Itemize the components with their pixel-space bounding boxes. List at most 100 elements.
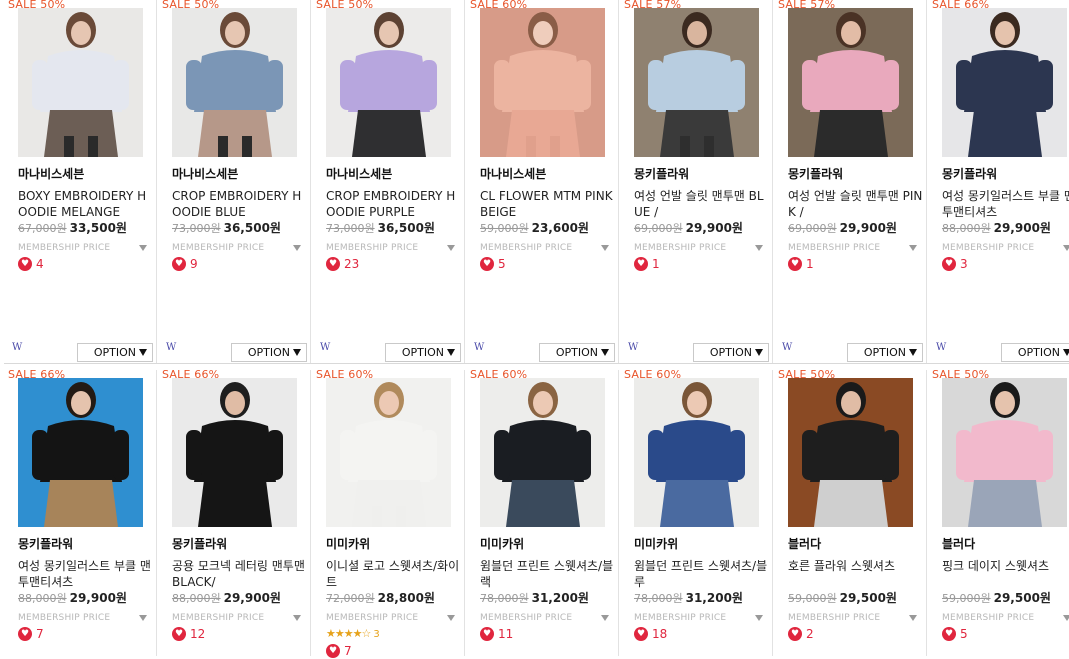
product-image[interactable]	[788, 8, 913, 157]
product-card[interactable]: SALE 50% 마나비스세븐 CROP EMBROIDERY HOODIE BLU…	[158, 0, 311, 363]
product-title[interactable]: 여성 몽키일러스트 부클 맨투맨티셔츠	[942, 188, 1069, 220]
brand-name[interactable]: 몽키플라워	[942, 167, 997, 181]
membership-price-toggle[interactable]: MEMBERSHIP PRICE	[942, 612, 1069, 624]
product-card[interactable]: SALE 57% 몽키플라워 여성 언발 슬릿 맨투맨 PINK /69,000원 2…	[774, 0, 927, 363]
like-button[interactable]: ♥ 3	[942, 257, 968, 272]
brand-name[interactable]: 미미카위	[480, 537, 524, 551]
product-image[interactable]	[172, 8, 297, 157]
product-image[interactable]	[18, 8, 143, 157]
product-title[interactable]: BOXY EMBROIDERY HOODIE MELANGE	[18, 188, 154, 220]
option-button[interactable]: OPTION	[539, 343, 615, 362]
like-button[interactable]: ♥ 1	[788, 257, 814, 272]
original-price: 78,000원	[480, 592, 529, 605]
option-button[interactable]: OPTION	[385, 343, 461, 362]
like-button[interactable]: ♥ 5	[480, 257, 506, 272]
like-button[interactable]: ♥ 7	[18, 627, 44, 642]
like-button[interactable]: ♥ 1	[634, 257, 660, 272]
brand-name[interactable]: 블러다	[942, 537, 975, 551]
option-button[interactable]: OPTION	[1001, 343, 1069, 362]
option-button[interactable]: OPTION	[847, 343, 923, 362]
product-image[interactable]	[634, 378, 759, 527]
product-image[interactable]	[634, 8, 759, 157]
membership-price-toggle[interactable]: MEMBERSHIP PRICE	[172, 242, 309, 254]
brand-name[interactable]: 몽키플라워	[18, 537, 73, 551]
product-title[interactable]: 윔블던 프린트 스웻셔츠/블루	[634, 558, 770, 590]
like-button[interactable]: ♥ 11	[480, 627, 513, 642]
product-title[interactable]: 여성 언발 슬릿 맨투맨 BLUE /	[634, 188, 770, 220]
membership-price-toggle[interactable]: MEMBERSHIP PRICE	[326, 612, 463, 624]
product-image[interactable]	[172, 378, 297, 527]
option-button[interactable]: OPTION	[693, 343, 769, 362]
membership-price-toggle[interactable]: MEMBERSHIP PRICE	[634, 242, 771, 254]
product-card[interactable]: SALE 66% 몽키플라워 여성 몽키일러스트 부클 맨투맨티셔츠 88,000원 2…	[928, 0, 1069, 363]
product-image[interactable]	[326, 378, 451, 527]
membership-price-toggle[interactable]: MEMBERSHIP PRICE	[18, 242, 155, 254]
product-card[interactable]: SALE 66% 몽키플라워 여성 몽키일러스트 부클 맨투맨티셔츠 88,000원 2…	[4, 367, 157, 656]
membership-price-toggle[interactable]: MEMBERSHIP PRICE	[942, 242, 1069, 254]
product-image[interactable]	[942, 8, 1067, 157]
brand-name[interactable]: 마나비스세븐	[480, 167, 546, 181]
like-button[interactable]: ♥ 7	[326, 644, 352, 659]
like-button[interactable]: ♥ 9	[172, 257, 198, 272]
brand-name[interactable]: 몽키플라워	[634, 167, 689, 181]
brand-name[interactable]: 몽키플라워	[788, 167, 843, 181]
chevron-down-icon	[447, 245, 455, 251]
product-title[interactable]: 이니셜 로고 스웻셔츠/화이트	[326, 558, 462, 590]
product-title[interactable]: 핑크 데이지 스웻셔츠	[942, 558, 1069, 574]
price-block: 67,000원 33,500원	[18, 221, 127, 236]
like-button[interactable]: ♥ 23	[326, 257, 359, 272]
membership-price-toggle[interactable]: MEMBERSHIP PRICE	[788, 242, 925, 254]
brand-name[interactable]: 마나비스세븐	[172, 167, 238, 181]
product-card[interactable]: SALE 57% 몽키플라워 여성 언발 슬릿 맨투맨 BLUE /69,000원 2…	[620, 0, 773, 363]
product-card[interactable]: SALE 50% 마나비스세븐 BOXY EMBROIDERY HOODIE MEL…	[4, 0, 157, 363]
original-price: 73,000원	[326, 222, 375, 235]
product-title[interactable]: CL FLOWER MTM PINK BEIGE	[480, 188, 616, 220]
brand-name[interactable]: 블러다	[788, 537, 821, 551]
product-image[interactable]	[18, 378, 143, 527]
original-price: 59,000원	[480, 222, 529, 235]
product-image[interactable]	[942, 378, 1067, 527]
product-title[interactable]: CROP EMBROIDERY HOODIE PURPLE	[326, 188, 462, 220]
brand-name[interactable]: 마나비스세븐	[18, 167, 84, 181]
like-button[interactable]: ♥ 5	[942, 627, 968, 642]
membership-price-toggle[interactable]: MEMBERSHIP PRICE	[326, 242, 463, 254]
product-image[interactable]	[326, 8, 451, 157]
heart-icon: ♥	[788, 257, 802, 271]
product-card[interactable]: SALE 60% 미미카위 윔블던 프린트 스웻셔츠/블루 78,000원 31,200…	[620, 367, 773, 656]
brand-name[interactable]: 몽키플라워	[172, 537, 227, 551]
product-image[interactable]	[480, 378, 605, 527]
product-title[interactable]: 여성 언발 슬릿 맨투맨 PINK /	[788, 188, 924, 220]
product-image[interactable]	[788, 378, 913, 527]
membership-price-label: MEMBERSHIP PRICE	[942, 243, 1035, 253]
heart-icon: ♥	[172, 627, 186, 641]
product-title[interactable]: 호른 플라워 스웻셔츠	[788, 558, 924, 574]
membership-price-toggle[interactable]: MEMBERSHIP PRICE	[480, 242, 617, 254]
product-card[interactable]: SALE 50% 마나비스세븐 CROP EMBROIDERY HOODIE PUR…	[312, 0, 465, 363]
brand-name[interactable]: 미미카위	[326, 537, 370, 551]
membership-price-toggle[interactable]: MEMBERSHIP PRICE	[18, 612, 155, 624]
product-title[interactable]: 여성 몽키일러스트 부클 맨투맨티셔츠	[18, 558, 154, 590]
product-card[interactable]: SALE 60% 마나비스세븐 CL FLOWER MTM PINK BEIGE 59…	[466, 0, 619, 363]
like-button[interactable]: ♥ 4	[18, 257, 44, 272]
membership-price-toggle[interactable]: MEMBERSHIP PRICE	[634, 612, 771, 624]
brand-name[interactable]: 마나비스세븐	[326, 167, 392, 181]
product-card[interactable]: SALE 50% 블러다 호른 플라워 스웻셔츠 59,000원 29,500원 MEMB…	[774, 367, 927, 656]
product-card[interactable]: SALE 60% 미미카위 이니셜 로고 스웻셔츠/화이트 72,000원 28,800…	[312, 367, 465, 659]
brand-name[interactable]: 미미카위	[634, 537, 678, 551]
membership-price-toggle[interactable]: MEMBERSHIP PRICE	[480, 612, 617, 624]
like-button[interactable]: ♥ 2	[788, 627, 814, 642]
like-button[interactable]: ♥ 18	[634, 627, 667, 642]
product-title[interactable]: 윔블던 프린트 스웻셔츠/블랙	[480, 558, 616, 590]
sale-price: 29,500원	[839, 591, 897, 605]
product-title[interactable]: CROP EMBROIDERY HOODIE BLUE	[172, 188, 308, 220]
product-title[interactable]: 공용 모크넥 레터링 맨투맨 BLACK/	[172, 558, 308, 590]
product-card[interactable]: SALE 60% 미미카위 윔블던 프린트 스웻셔츠/블랙 78,000원 31,200…	[466, 367, 619, 656]
like-button[interactable]: ♥ 12	[172, 627, 205, 642]
option-button[interactable]: OPTION	[231, 343, 307, 362]
membership-price-toggle[interactable]: MEMBERSHIP PRICE	[172, 612, 309, 624]
product-card[interactable]: SALE 50% 블러다 핑크 데이지 스웻셔츠 59,000원 29,500원 MEMB…	[928, 367, 1069, 656]
membership-price-toggle[interactable]: MEMBERSHIP PRICE	[788, 612, 925, 624]
option-button[interactable]: OPTION	[77, 343, 153, 362]
product-image[interactable]	[480, 8, 605, 157]
product-card[interactable]: SALE 66% 몽키플라워 공용 모크넥 레터링 맨투맨 BLACK/88,000…	[158, 367, 311, 656]
